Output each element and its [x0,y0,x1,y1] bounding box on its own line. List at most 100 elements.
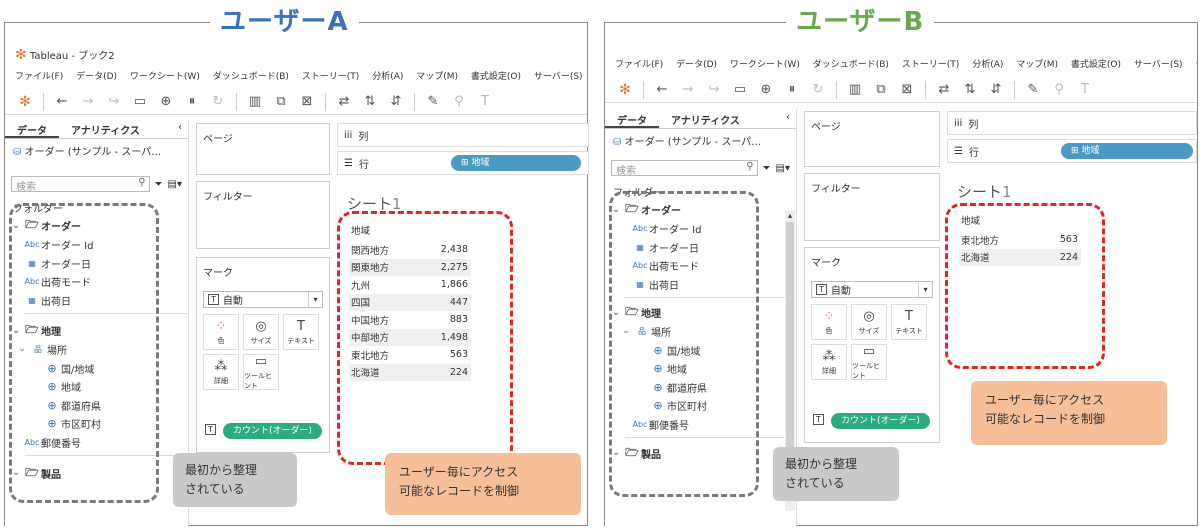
forward-arrow-icon[interactable]: → [80,94,96,109]
label-button[interactable]: T テキスト [891,304,927,340]
highlight-icon[interactable]: ✎ [425,94,441,109]
menu-server[interactable]: サーバー(S) [1134,60,1183,70]
collapse-icon[interactable]: ‹ [172,119,188,138]
chevron-down-icon[interactable]: ▾ [308,292,322,307]
swap-icon[interactable]: ⇄ [936,82,952,97]
menu-data[interactable]: データ(D) [76,72,117,82]
sort-asc-icon[interactable]: ⇅ [362,94,378,109]
tooltip-button[interactable]: ▭ ツールヒント [851,344,887,380]
menu-analysis[interactable]: 分析(A) [372,72,403,82]
datasource-item[interactable]: ⛁ オーダー (サンプル - スーパ… [605,129,796,152]
menu-format[interactable]: 書式設定(O) [1071,60,1121,70]
menu-server[interactable]: サーバー(S) [534,72,583,82]
data-pane-tabs: データ アナリティクス ‹ [605,109,796,129]
color-button[interactable]: ⁘ 色 [203,314,239,350]
sort-desc-icon[interactable]: ⇵ [388,94,404,109]
new-datasource-icon[interactable]: ⊕ [158,94,174,109]
region-rows-pill[interactable]: ⊞ 地域 [1061,143,1193,159]
clear-sheet-icon[interactable]: ⊠ [899,82,915,97]
menu-story[interactable]: ストーリー(T) [902,60,960,70]
count-orders-pill[interactable]: カウント(オーダー) [831,413,931,429]
view-options-icon[interactable]: ▤▾ [776,163,790,174]
columns-shelf[interactable]: iii 列 [947,111,1197,135]
new-worksheet-icon[interactable]: ▥ [247,94,263,109]
menu-data[interactable]: データ(D) [676,60,717,70]
save-icon[interactable]: ▭ [132,94,148,109]
menu-dashboard[interactable]: ダッシュボード(B) [213,72,289,82]
swap-icon[interactable]: ⇄ [336,94,352,109]
menu-dashboard[interactable]: ダッシュボード(B) [813,60,889,70]
new-datasource-icon[interactable]: ⊕ [758,82,774,97]
scroll-up-icon[interactable]: ▴ [785,211,795,220]
attach-icon[interactable]: ⚲ [451,94,467,109]
label-button[interactable]: T テキスト [283,314,319,350]
filter-icon[interactable]: ⏷ [155,179,163,190]
attach-icon[interactable]: ⚲ [1051,82,1067,97]
detail-button[interactable]: ⁂ 詳細 [811,344,847,380]
rows-icon: ☰ [344,157,353,169]
view-options-icon[interactable]: ▤▾ [168,179,182,190]
menu-story[interactable]: ストーリー(T) [302,72,360,82]
text-mark-icon: T [208,294,219,305]
refresh-icon[interactable]: ↻ [210,94,226,109]
sort-desc-icon[interactable]: ⇵ [988,82,1004,97]
color-button[interactable]: ⁘ 色 [811,304,847,340]
new-worksheet-icon[interactable]: ▥ [847,82,863,97]
text-label-icon[interactable]: T [477,94,493,109]
tab-data[interactable]: データ [605,109,659,128]
menu-map[interactable]: マップ(M) [416,72,458,82]
detail-button[interactable]: ⁂ 詳細 [203,354,239,390]
region-rows-pill[interactable]: ⊞ 地域 [451,155,581,171]
pause-update-icon[interactable]: ⏸ [784,82,800,97]
pages-card[interactable]: ページ [804,111,940,167]
menu-analysis[interactable]: 分析(A) [972,60,1003,70]
scroll-thumb[interactable] [786,222,794,472]
filters-card[interactable]: フィルター [196,181,330,249]
sort-asc-icon[interactable]: ⇅ [962,82,978,97]
mark-type-select[interactable]: T 自動 ▾ [811,281,933,298]
collapse-icon[interactable]: ‹ [780,109,796,128]
mark-type-select[interactable]: T 自動 ▾ [203,291,323,308]
search-input[interactable]: 検索 ⚲ [611,160,758,177]
menu-file[interactable]: ファイル(F) [15,72,63,82]
back-arrow-icon[interactable]: ← [654,82,670,97]
tooltip-button[interactable]: ▭ ツールヒント [243,354,279,390]
search-input[interactable]: 検索 ⚲ [11,176,150,193]
save-icon[interactable]: ▭ [732,82,748,97]
columns-shelf[interactable]: iii 列 [337,123,589,147]
size-button[interactable]: ◎ サイズ [851,304,887,340]
forward-arrow-icon[interactable]: → [680,82,696,97]
text-label-icon[interactable]: T [1077,82,1093,97]
duplicate-icon[interactable]: ⧉ [873,82,889,97]
back-arrow-icon[interactable]: ← [54,94,70,109]
size-button[interactable]: ◎ サイズ [243,314,279,350]
search-icon: ⚲ [746,161,754,172]
filters-card[interactable]: フィルター [804,173,940,241]
refresh-icon[interactable]: ↻ [810,82,826,97]
pages-card[interactable]: ページ [196,123,330,175]
pause-update-icon[interactable]: ⏸ [184,94,200,109]
menu-format[interactable]: 書式設定(O) [471,72,521,82]
highlight-folder-list [9,203,159,503]
menu-window[interactable]: ウ [1195,60,1197,70]
count-orders-pill[interactable]: カウント(オーダー) [223,423,323,439]
duplicate-icon[interactable]: ⧉ [273,94,289,109]
tab-analytics[interactable]: アナリティクス [59,119,152,138]
redo-icon[interactable]: ↪ [706,82,722,97]
datasource-icon: ⛁ [13,147,22,158]
filter-icon[interactable]: ⏷ [763,163,771,174]
menu-file[interactable]: ファイル(F) [615,60,663,70]
highlight-icon[interactable]: ✎ [1025,82,1041,97]
menu-worksheet[interactable]: ワークシート(W) [730,60,800,70]
tableau-logo-icon[interactable]: ✻ [17,94,33,110]
tableau-logo-icon[interactable]: ✻ [617,82,633,98]
tab-analytics[interactable]: アナリティクス [659,109,752,128]
redo-icon[interactable]: ↪ [106,94,122,109]
menu-map[interactable]: マップ(M) [1016,60,1058,70]
chevron-down-icon[interactable]: ▾ [918,282,932,297]
tab-data[interactable]: データ [5,119,59,138]
datasource-item[interactable]: ⛁ オーダー (サンプル - スーパ… [5,139,188,162]
toolbar-separator [236,92,237,111]
menu-worksheet[interactable]: ワークシート(W) [130,72,200,82]
clear-sheet-icon[interactable]: ⊠ [299,94,315,109]
